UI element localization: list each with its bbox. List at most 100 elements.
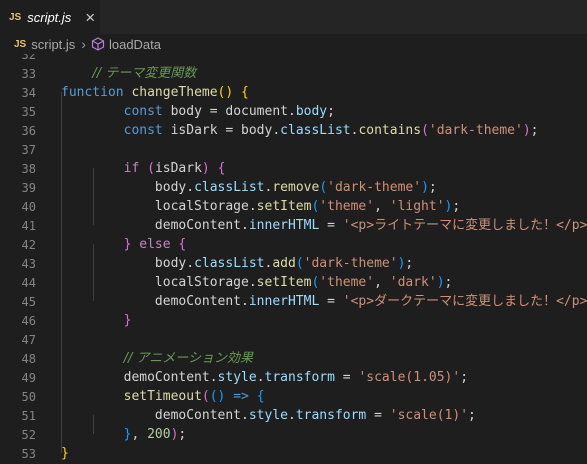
code-text: // テーマ変更関数 [61,64,196,83]
code-token: ( [201,389,210,404]
code-token: style [217,370,257,385]
tab-label: script.js [27,9,72,25]
code-token: innerHTML [248,294,320,309]
line-number: 44 [21,275,36,290]
code-token: } [61,446,69,461]
code-text: body.classList.add('dark-theme'); [61,254,413,273]
code-token: remove [272,180,320,195]
code-line: 34 function changeTheme() { [0,83,587,102]
code-token: { [256,389,265,404]
chevron-right-icon: › [81,36,86,52]
code-line: 37 [0,140,587,159]
line-number: 50 [21,389,36,404]
code-token: body = document. [162,104,296,119]
code-token: setItem [256,199,312,214]
code-token: () [209,389,226,404]
code-text: if (isDark) { [61,159,226,178]
code-token: => [233,389,249,404]
line-number: 48 [21,351,36,366]
code-line: 39 body.classList.remove('dark-theme'); [0,178,587,197]
code-text: demoContent.style.transform = 'scale(1.0… [61,368,468,387]
code-token: ; [530,123,539,138]
code-token: // テーマ変更関数 [92,66,197,81]
code-token: '<p>ライトテーマに変更しました！</p>' [342,218,587,233]
code-line: 46 } [0,311,587,330]
code-line: 43 body.classList.add('dark-theme'); [0,254,587,273]
code-line: 38 if (isDark) { [0,159,587,178]
code-line: 50 setTimeout(() => { [0,387,587,406]
code-token: . [256,370,265,385]
code-token: demoContent. [61,408,249,423]
line-number: 33 [21,66,36,81]
code-token: localStorage. [61,275,257,290]
line-number: 41 [21,218,36,233]
code-token: add [272,256,296,271]
code-token: ; [428,180,437,195]
code-line: 51 demoContent.style.transform = 'scale(… [0,406,587,425]
code-token: 'theme' [319,275,375,290]
line-number: 49 [21,370,36,385]
code-token: ( [421,123,429,138]
code-token: ; [444,275,453,290]
code-token: function [61,85,124,100]
code-token: , [374,199,390,214]
code-token: else [139,237,171,252]
code-token: ; [178,427,187,442]
code-line: 40 localStorage.setItem('theme', 'light'… [0,197,587,216]
code-token: setTimeout [123,389,202,404]
code-text: }, 200); [61,425,187,444]
line-number: 38 [21,161,36,176]
code-token: 'dark-theme' [327,180,422,195]
code-token: { [217,161,226,176]
code-token: // アニメーション効果 [123,351,253,366]
code-token: () [217,85,234,100]
code-token: transform [295,408,367,423]
code-line: 33 // テーマ変更関数 [0,64,587,83]
code-token: classList [280,123,351,138]
code-editor[interactable]: 32 33 // テーマ変更関数 34 function changeTheme() … [0,54,587,464]
code-token: isDark [154,161,202,176]
code-token: , [374,275,390,290]
code-token: ) [201,161,210,176]
code-line: 44 localStorage.setItem('theme', 'dark')… [0,273,587,292]
line-number: 32 [21,54,36,62]
code-token: ; [405,256,414,271]
breadcrumb-file[interactable]: script.js [31,37,75,52]
code-text: } [61,444,69,463]
line-number: 46 [21,313,36,328]
code-token: 'theme' [319,199,375,214]
line-number: 36 [21,123,36,138]
tab-script-js[interactable]: JS script.js × [0,0,100,34]
code-token: = [319,218,343,233]
line-number: 35 [21,104,36,119]
code-token: ) [421,180,429,195]
line-number: 34 [21,85,36,100]
code-token: classList [194,256,265,271]
code-token: '<p>ダークテーマに変更しました！</p>' [342,294,587,309]
code-token: = [366,408,390,423]
code-token: ; [452,199,461,214]
code-token: classList [194,180,265,195]
close-icon[interactable]: × [85,9,95,26]
code-token: localStorage. [61,199,257,214]
code-token: ( [295,256,304,271]
breadcrumb-symbol[interactable]: loadData [109,37,161,52]
code-token: contains [358,123,422,138]
code-text: body.classList.remove('dark-theme'); [61,178,437,197]
line-number: 37 [21,142,36,157]
code-line: 48 // アニメーション効果 [0,349,587,368]
code-token: body. [61,180,195,195]
code-text: function changeTheme() { [61,83,249,102]
code-text: } else { [61,235,187,254]
code-token: style [248,408,288,423]
code-text: const isDark = body.classList.contains('… [61,121,539,140]
code-line: 41 demoContent.innerHTML = '<p>ライトテーマに変更… [0,216,587,235]
